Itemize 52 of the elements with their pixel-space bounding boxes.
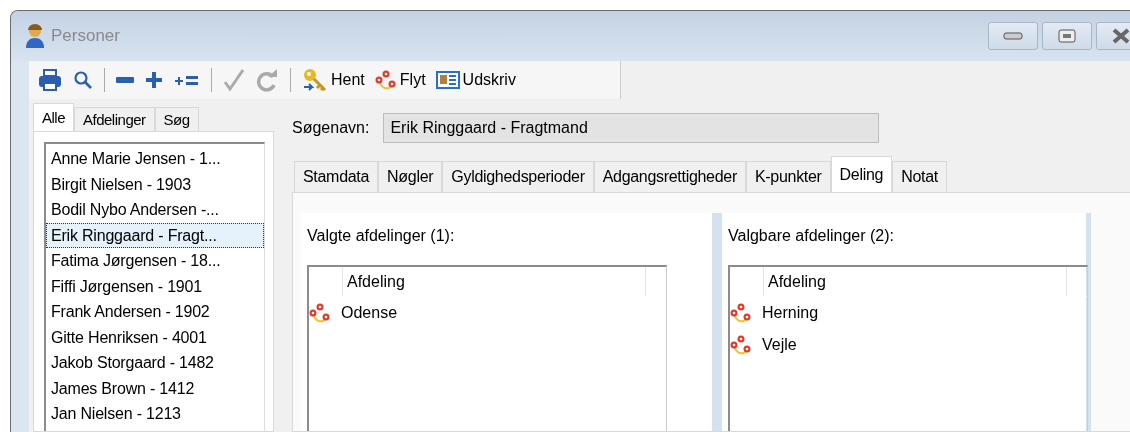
tab[interactable]: Deling: [830, 156, 893, 192]
search-icon: [73, 70, 93, 90]
window-title: Personer: [51, 26, 120, 46]
list-item[interactable]: Erik Ringgaard - Fragt...: [46, 222, 264, 248]
list-item[interactable]: Fiffi Jørgensen - 1901: [46, 273, 264, 299]
list-item[interactable]: Fatima Jørgensen - 18...: [46, 248, 264, 274]
tab[interactable]: Stamdata: [294, 161, 379, 192]
list-item[interactable]: Birgit Nielsen - 1903: [46, 171, 264, 197]
minimize-button[interactable]: [988, 22, 1038, 50]
checkmark-icon: [223, 68, 245, 92]
printer-icon: [37, 68, 63, 92]
tab[interactable]: Gyldighedsperioder: [442, 161, 594, 192]
panel-title: Valgte afdelinger (1):: [307, 227, 456, 245]
list-item[interactable]: Frank Andersen - 1902: [46, 299, 264, 325]
list-item[interactable]: Anne Marie Jensen - 1...: [46, 146, 264, 172]
list-row[interactable]: Vejle: [730, 329, 1087, 361]
close-icon: [1111, 28, 1130, 44]
list-item[interactable]: Bodil Nybo Andersen -...: [46, 197, 264, 223]
restore-button[interactable]: [1042, 22, 1092, 50]
column-header[interactable]: Afdeling: [343, 267, 646, 296]
tab[interactable]: Afdelinger: [74, 107, 155, 131]
tab[interactable]: Alle: [33, 103, 74, 131]
tab[interactable]: Adgangsrettigheder: [593, 161, 746, 192]
list-row[interactable]: Herning: [730, 297, 1087, 329]
list-item[interactable]: Gitte Henriksen - 4001: [46, 324, 264, 350]
tab[interactable]: K-punkter: [745, 161, 831, 192]
person-icon: [25, 23, 45, 49]
restore-icon: [1058, 29, 1076, 43]
minimize-icon: [1003, 32, 1023, 40]
list-row[interactable]: Odense: [309, 297, 666, 329]
list-item[interactable]: Jakob Storgaard - 1482: [46, 350, 264, 376]
route-pins-icon: [730, 302, 752, 324]
toolbar-button[interactable]: Hent: [300, 65, 367, 95]
key-icon: [302, 67, 328, 93]
search-name-field[interactable]: Erik Ringgaard - Fragtmand: [383, 113, 880, 143]
list-item[interactable]: Jan Nielsen - 1213: [46, 401, 264, 427]
redo-icon: [255, 68, 279, 92]
column-header[interactable]: Afdeling: [764, 267, 1067, 296]
route-pins-icon: [730, 334, 752, 356]
panel-title: Valgbare afdelinger (2):: [728, 227, 896, 245]
list-item[interactable]: James Brown - 1412: [46, 375, 264, 401]
tab[interactable]: Notat: [892, 161, 947, 192]
toolbar-button[interactable]: Flyt: [372, 65, 428, 95]
route-pins-icon: [309, 302, 331, 324]
field-label: Søgenavn:: [292, 119, 370, 137]
tab[interactable]: Søg: [154, 107, 199, 131]
plus-icon: [144, 70, 164, 90]
minus-icon: [116, 77, 134, 83]
id-card-icon: [435, 70, 460, 90]
toolbar-button[interactable]: Udskriv: [433, 65, 518, 95]
tab[interactable]: Nøgler: [378, 161, 443, 192]
route-pins-icon: [374, 69, 397, 91]
